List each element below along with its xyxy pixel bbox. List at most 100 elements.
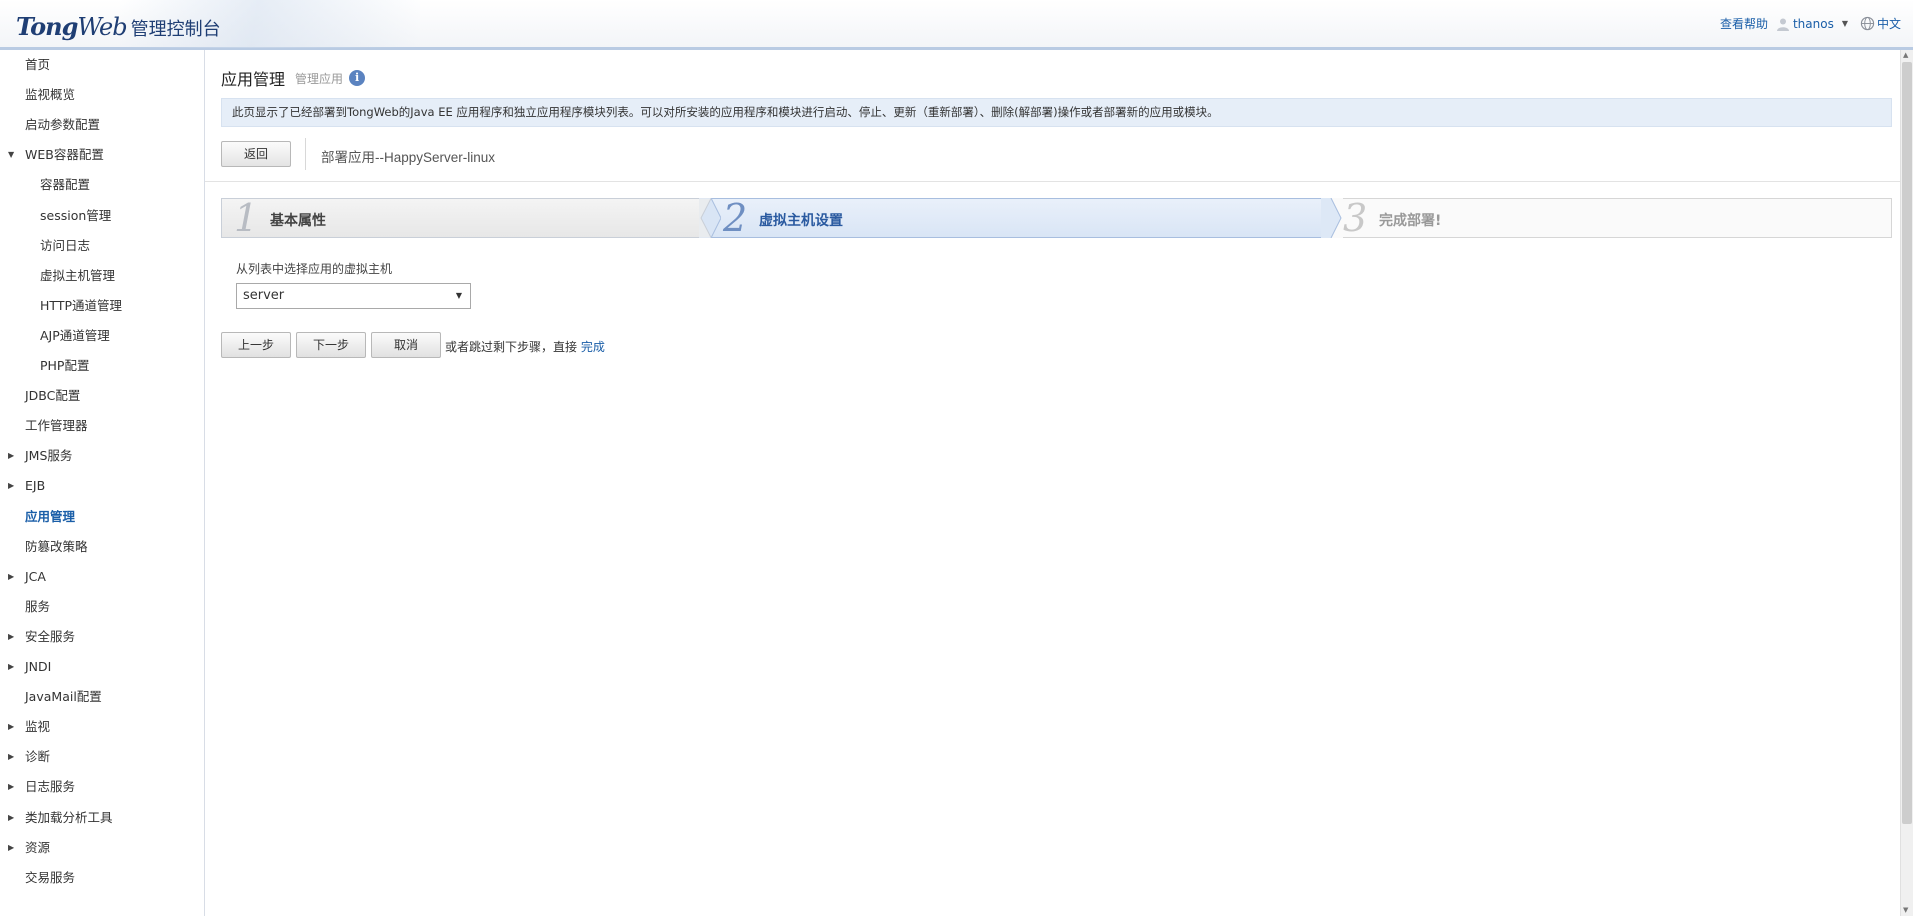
page-description: 此页显示了已经部署到TongWeb的Java EE 应用程序和独立应用程序模块列…	[221, 98, 1892, 127]
sidebar-item[interactable]: 首页	[0, 54, 204, 76]
step-2-arrow-icon	[1321, 198, 1343, 238]
info-icon[interactable]: i	[349, 70, 366, 86]
language-link[interactable]: 中文	[1877, 15, 1901, 32]
sidebar-item-label: AJP通道管理	[40, 327, 110, 343]
scroll-thumb[interactable]	[1902, 62, 1912, 824]
page-title-row: 应用管理 管理应用 i	[221, 66, 366, 90]
skip-text: 或者跳过剩下步骤，直接	[445, 340, 578, 354]
prev-step-button[interactable]: 上一步	[221, 332, 291, 358]
sidebar-item[interactable]: ▶ JCA	[0, 566, 204, 588]
sidebar-item[interactable]: ▶ JNDI	[0, 656, 204, 678]
logo-brand-a: Tong	[16, 12, 78, 41]
sidebar-item[interactable]: 虚拟主机管理	[0, 265, 204, 287]
collapsed-arrow-icon[interactable]: ▶	[8, 475, 14, 497]
sidebar-item-label: 日志服务	[25, 779, 76, 795]
finish-link[interactable]: 完成	[581, 340, 605, 354]
sidebar-item-label: 防篡改策略	[25, 538, 88, 554]
page-subtitle: 管理应用	[295, 71, 344, 86]
sidebar-item-label: 访问日志	[40, 237, 91, 253]
vhost-select-value: server	[243, 288, 285, 303]
sidebar-item-label: 容器配置	[40, 177, 91, 193]
sidebar-item[interactable]: ▶ 监视	[0, 716, 204, 738]
collapsed-arrow-icon[interactable]: ▶	[8, 807, 14, 829]
sidebar-item-label: 首页	[25, 57, 51, 72]
collapsed-arrow-icon[interactable]: ▶	[8, 746, 14, 768]
step-1-arrow-icon	[699, 198, 721, 238]
sidebar-item[interactable]: 工作管理器	[0, 415, 204, 437]
sidebar-item[interactable]: 交易服务	[0, 867, 204, 889]
sidebar-item[interactable]: 监视概览	[0, 84, 204, 106]
scroll-up-icon[interactable]: ▲	[1903, 51, 1908, 59]
sidebar-item[interactable]: ▶ JMS服务	[0, 445, 204, 467]
sidebar-item-label: 类加载分析工具	[25, 809, 113, 825]
sidebar-item[interactable]: JavaMail配置	[0, 686, 204, 708]
sidebar-item[interactable]: ▶ 诊断	[0, 746, 204, 768]
sidebar-item-label: 诊断	[25, 749, 51, 765]
collapsed-arrow-icon[interactable]: ▶	[8, 626, 14, 648]
sidebar-item-label: 应用管理	[25, 508, 76, 524]
collapsed-arrow-icon[interactable]: ▶	[8, 656, 14, 678]
vhost-select[interactable]: server ▼	[236, 283, 471, 309]
sidebar-item-label: WEB容器配置	[25, 147, 104, 163]
vhost-label: 从列表中选择应用的虚拟主机	[236, 262, 393, 276]
sidebar-item-label: 监视	[25, 719, 51, 735]
sidebar-item-label: HTTP通道管理	[40, 297, 122, 313]
sidebar-item[interactable]: ▼ WEB容器配置	[0, 144, 204, 166]
sidebar-item-label: 资源	[25, 839, 51, 855]
collapsed-arrow-icon[interactable]: ▶	[8, 566, 14, 588]
sidebar-item-label: 安全服务	[25, 628, 76, 644]
sidebar-item-label: 监视概览	[25, 87, 76, 103]
sidebar-item[interactable]: 启动参数配置	[0, 114, 204, 136]
collapsed-arrow-icon[interactable]: ▶	[8, 776, 14, 798]
sidebar-item-label: JMS服务	[25, 448, 73, 464]
collapsed-arrow-icon[interactable]: ▶	[8, 445, 14, 467]
sidebar-item[interactable]: PHP配置	[0, 355, 204, 377]
user-menu[interactable]: thanos ▼	[1776, 17, 1860, 31]
sidebar-item[interactable]: ▶ 日志服务	[0, 776, 204, 798]
sidebar-item[interactable]: 防篡改策略	[0, 536, 204, 558]
sidebar-item[interactable]: ▶ 资源	[0, 837, 204, 859]
sidebar-item-label: 虚拟主机管理	[40, 267, 116, 283]
sidebar-item[interactable]: HTTP通道管理	[0, 295, 204, 317]
sidebar-item-label: JavaMail配置	[25, 689, 102, 705]
logo-console-text: 管理控制台	[130, 19, 221, 40]
back-button[interactable]: 返回	[221, 141, 291, 167]
step-3-label: 完成部署!	[1379, 213, 1442, 229]
header-actions: 查看帮助 thanos ▼ 中文	[1720, 15, 1901, 32]
sidebar-item-label: EJB	[25, 478, 46, 494]
vertical-divider	[305, 138, 306, 170]
step-2-number: 2	[723, 196, 748, 240]
sidebar-item-label: JNDI	[25, 659, 52, 674]
skip-hint: 或者跳过剩下步骤，直接 完成	[445, 338, 605, 355]
vertical-scrollbar[interactable]: ▲ ▼	[1900, 50, 1913, 916]
help-link[interactable]: 查看帮助	[1720, 15, 1768, 32]
step-3-number: 3	[1343, 196, 1368, 240]
wizard-steps: 1 基本属性 2 虚拟主机设置 3 完成部署!	[221, 198, 1892, 238]
sidebar-item-label: session管理	[40, 207, 112, 223]
step-1-number: 1	[234, 196, 259, 240]
page-title: 应用管理	[221, 70, 286, 89]
cancel-button[interactable]: 取消	[371, 332, 441, 358]
sidebar-item[interactable]: session管理	[0, 205, 204, 227]
user-name: thanos	[1792, 16, 1834, 31]
expanded-arrow-icon[interactable]: ▼	[8, 144, 14, 166]
sidebar-item[interactable]: AJP通道管理	[0, 325, 204, 347]
top-header: Tong Web 管理控制台 查看帮助 thanos ▼ 中文	[0, 0, 1913, 50]
sidebar-item[interactable]: 应用管理	[0, 506, 204, 528]
sidebar-item[interactable]: ▶ 类加载分析工具	[0, 807, 204, 829]
next-step-button[interactable]: 下一步	[296, 332, 366, 358]
sidebar-item-label: 启动参数配置	[25, 117, 101, 133]
sidebar-item[interactable]: ▶ 安全服务	[0, 626, 204, 648]
sidebar-item[interactable]: ▶ EJB	[0, 475, 204, 497]
collapsed-arrow-icon[interactable]: ▶	[8, 716, 14, 738]
sidebar-item[interactable]: 访问日志	[0, 235, 204, 257]
sidebar-item-label: 工作管理器	[25, 418, 88, 434]
scroll-down-icon[interactable]: ▼	[1903, 906, 1908, 914]
sidebar-item[interactable]: JDBC配置	[0, 385, 204, 407]
sidebar-item[interactable]: 服务	[0, 596, 204, 618]
sidebar-item-label: 交易服务	[25, 869, 76, 885]
collapsed-arrow-icon[interactable]: ▶	[8, 837, 14, 859]
sidebar-item[interactable]: 容器配置	[0, 174, 204, 196]
user-dropdown-icon[interactable]: ▼	[1842, 19, 1848, 28]
sidebar-item-label: 服务	[25, 598, 51, 614]
